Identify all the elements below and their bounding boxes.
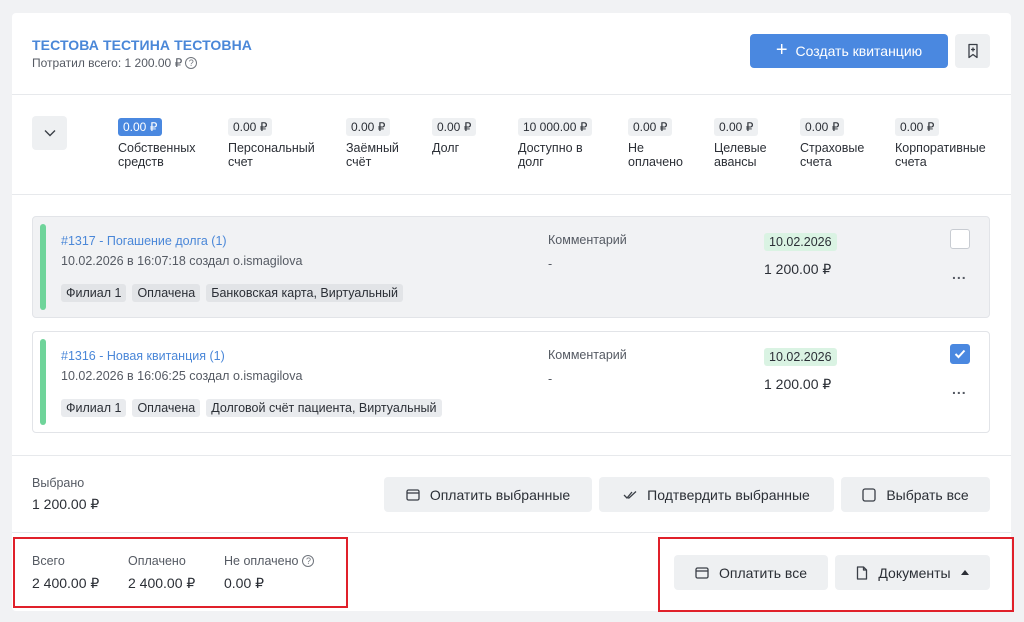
patient-header: ТЕСТОВА ТЕСТИНА ТЕСТОВНА Потратил всего:… [12,13,1011,95]
balance-label: Заёмный счёт [346,141,399,169]
balance-label: Долг [432,141,460,155]
receipt-checkbox[interactable] [950,229,970,249]
balance-available-debt[interactable]: 10 000.00 ₽ Доступно в долг [518,118,593,169]
patient-name[interactable]: ТЕСТОВА ТЕСТИНА ТЕСТОВНА [32,37,252,53]
receipt-tags: Филиал 1 Оплачена Долговой счёт пациента… [61,399,442,417]
date-badge: 10.02.2026 [764,233,837,251]
balance-value: 0.00 ₽ [895,118,940,136]
date-badge: 10.02.2026 [764,348,837,366]
receipt-checkbox[interactable] [950,344,970,364]
highlight-totals-box [13,537,348,608]
balance-value: 0.00 ₽ [118,118,163,136]
receipt-created-info: 10.02.2026 в 16:07:18 создал o.ismagilov… [61,254,303,268]
comment-label: Комментарий [548,233,627,247]
balance-label: Собственных средств [118,141,196,169]
status-tag: Оплачена [132,399,201,417]
status-tag: Оплачена [132,284,201,302]
balance-unpaid[interactable]: 0.00 ₽ Не оплачено [628,118,683,169]
balance-label: Страховые счета [800,141,865,169]
select-all-button[interactable]: Выбрать все [841,477,990,512]
selected-amount: 1 200.00 ₽ [32,496,100,512]
bookmark-button[interactable] [955,34,990,68]
selection-bar: Выбрано 1 200.00 ₽ Оплатить выбранные По… [12,455,1011,533]
bookmark-icon [967,43,978,59]
chevron-down-icon [44,130,55,137]
receipt-card[interactable]: #1316 - Новая квитанция (1) 10.02.2026 в… [32,331,990,433]
receipt-created-info: 10.02.2026 в 16:06:25 создал o.ismagilov… [61,369,303,383]
receipt-tags: Филиал 1 Оплачена Банковская карта, Вирт… [61,284,403,302]
balance-label: Персональный счет [228,141,315,169]
balance-value: 10 000.00 ₽ [518,118,593,136]
select-all-label: Выбрать все [886,486,969,503]
balance-value: 0.00 ₽ [432,118,477,136]
create-receipt-label: Создать квитанцию [795,43,923,59]
receipt-amount: 1 200.00 ₽ [764,261,832,277]
comment-value: - [548,257,553,271]
status-stripe [40,224,46,310]
balance-personal-account[interactable]: 0.00 ₽ Персональный счет [228,118,315,169]
checkbox-icon [862,487,876,502]
create-receipt-button[interactable]: + Создать квитанцию [750,34,948,68]
selected-label: Выбрано [32,476,85,490]
receipt-title-link[interactable]: #1316 - Новая квитанция (1) [61,349,225,363]
more-menu-icon[interactable]: ... [952,266,967,282]
card-icon [406,488,420,501]
branch-tag: Филиал 1 [61,399,127,417]
balance-own-funds[interactable]: 0.00 ₽ Собственных средств [118,118,195,169]
balance-value: 0.00 ₽ [800,118,845,136]
receipt-amount: 1 200.00 ₽ [764,376,832,392]
balance-target-advances[interactable]: 0.00 ₽ Целевые авансы [714,118,767,169]
balance-debt[interactable]: 0.00 ₽ Долг [432,118,477,155]
spent-total-text: Потратил всего: 1 200.00 ₽ [32,56,183,70]
balance-label: Корпоративные счета [895,141,986,169]
help-circle-icon[interactable]: ? [185,57,198,69]
branch-tag: Филиал 1 [61,284,127,302]
balance-value: 0.00 ₽ [628,118,673,136]
highlight-actions-box [658,537,1014,612]
balance-insurance-accounts[interactable]: 0.00 ₽ Страховые счета [800,118,864,169]
spent-total: Потратил всего: 1 200.00 ₽ ? [32,56,198,70]
receipts-card: ТЕСТОВА ТЕСТИНА ТЕСТОВНА Потратил всего:… [12,13,1011,611]
status-stripe [40,339,46,425]
more-menu-icon[interactable]: ... [952,381,967,397]
confirm-selected-button[interactable]: Подтвердить выбранные [599,477,834,512]
receipt-title-link[interactable]: #1317 - Погашение долга (1) [61,234,227,248]
balance-value: 0.00 ₽ [228,118,273,136]
comment-label: Комментарий [548,348,627,362]
double-check-icon [623,490,637,499]
balance-label: Доступно в долг [518,141,583,169]
balances-panel: 0.00 ₽ Собственных средств 0.00 ₽ Персон… [12,96,1011,195]
pay-selected-button[interactable]: Оплатить выбранные [384,477,592,512]
balance-label: Целевые авансы [714,141,767,169]
comment-value: - [548,372,553,386]
payment-method-tag: Банковская карта, Виртуальный [206,284,403,302]
pay-selected-label: Оплатить выбранные [429,486,571,503]
receipt-card[interactable]: #1317 - Погашение долга (1) 10.02.2026 в… [32,216,990,318]
balance-corporate-accounts[interactable]: 0.00 ₽ Корпоративные счета [895,118,986,169]
plus-icon: + [775,39,788,61]
balance-value: 0.00 ₽ [346,118,391,136]
balance-loan-account[interactable]: 0.00 ₽ Заёмный счёт [346,118,399,169]
payment-method-tag: Долговой счёт пациента, Виртуальный [206,399,442,417]
collapse-balances-button[interactable] [32,116,67,150]
balance-label: Не оплачено [628,141,684,169]
checkmark-icon [954,349,966,359]
balance-value: 0.00 ₽ [714,118,759,136]
confirm-selected-label: Подтвердить выбранные [647,486,810,503]
